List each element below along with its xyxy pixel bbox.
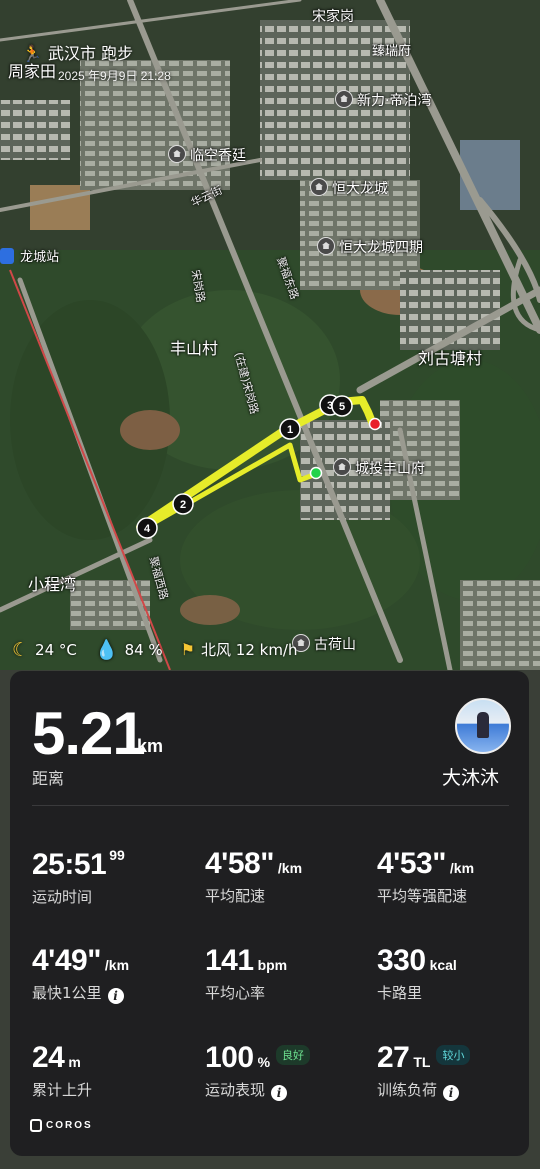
performance-badge: 良好 (276, 1045, 311, 1065)
svg-text:5: 5 (339, 401, 345, 413)
info-icon[interactable]: i (443, 1085, 460, 1101)
poi-linkong[interactable]: 临空香廷 (168, 145, 246, 165)
stat-training-load: 27 TL 较小 训练负荷 i (377, 1041, 471, 1101)
runner-figure (477, 712, 489, 738)
metro-station[interactable]: 龙城站 (0, 246, 59, 265)
route-end-marker (368, 417, 382, 431)
stat-heart-rate: 141 bpm 平均心率 (205, 944, 288, 1002)
km-marker-5: 5 (331, 395, 353, 417)
village-xiaochengwan: 小程湾 (28, 575, 77, 594)
distance-value: 5.21 (32, 700, 146, 767)
metro-icon (0, 248, 14, 264)
building-icon (310, 178, 328, 196)
divider (32, 805, 509, 806)
humidity: 84 % (124, 640, 163, 659)
stat-fastest-km: 4'49"/km 最快1公里 i (32, 944, 130, 1004)
activity-datetime: 2025 年9月9日 21:28 (58, 69, 171, 83)
info-icon[interactable]: i (271, 1085, 288, 1101)
stat-performance: 100% 良好 运动表现 i (205, 1041, 311, 1101)
distance-unit: km (137, 736, 164, 756)
poi-songjiagang[interactable]: 宋家岗 (312, 6, 354, 26)
temperature: 24 °C (35, 640, 77, 659)
svg-text:2: 2 (180, 499, 186, 511)
training-load-badge: 较小 (436, 1045, 471, 1065)
stat-avg-pace: 4'58"/km 平均配速 (205, 847, 303, 905)
activity-stats-card: 5.21 km 距离 大沐沐 25:51 99 运动时间 4'58"/km 平均配… (10, 671, 529, 1156)
km-marker-4: 4 (136, 517, 158, 539)
building-icon (333, 458, 351, 476)
svg-text:4: 4 (144, 523, 151, 535)
stat-grade-pace: 4'53"/km 平均等强配速 (377, 847, 475, 905)
building-icon (317, 237, 335, 255)
svg-text:1: 1 (287, 424, 293, 436)
building-icon (335, 90, 353, 108)
humidity-icon: 💧 (94, 639, 119, 661)
coros-logo: COROS (30, 1119, 93, 1132)
poi-zhenruifu[interactable]: 臻瑞府 (372, 40, 411, 59)
weather-bar: ☾ 24 °C 💧 84 % ⚑ 北风 12 km/h (12, 638, 298, 662)
wind: 北风 12 km/h (201, 641, 298, 659)
poi-xinli[interactable]: 新力·帝泊湾 (335, 90, 431, 110)
poi-hengdalongcheng-4[interactable]: 恒大龙城四期 (317, 237, 423, 257)
wind-icon: ⚑ (180, 640, 196, 659)
village-fengshan: 丰山村 (170, 339, 219, 358)
activity-title: 🏃 武汉市 跑步 (22, 44, 134, 63)
building-icon (168, 145, 186, 163)
moon-icon: ☾ (12, 638, 30, 661)
avatar[interactable] (455, 698, 511, 754)
stat-time: 25:51 99 运动时间 (32, 847, 125, 906)
route-start-marker (309, 466, 323, 480)
stat-ascent: 24 m 累计上升 (32, 1041, 93, 1099)
username[interactable]: 大沐沐 (442, 763, 499, 790)
poi-hengdalongcheng[interactable]: 恒大龙城 (310, 178, 388, 198)
stat-calories: 330 kcal 卡路里 (377, 944, 457, 1002)
coros-hex-icon (30, 1119, 42, 1132)
km-marker-2: 2 (172, 493, 194, 515)
distance-label: 距离 (32, 769, 65, 788)
km-marker-1: 1 (279, 418, 301, 440)
info-icon[interactable]: i (107, 988, 124, 1004)
village-liugutang: 刘古塘村 (418, 349, 483, 368)
activity-header: 🏃 武汉市 跑步 2025 年9月9日 21:28 (22, 40, 171, 84)
poi-guheshan[interactable]: 古荷山 (292, 634, 356, 654)
poi-chengtoufengshanfu[interactable]: 城投丰山府 (333, 458, 425, 478)
running-icon: 🏃 (22, 44, 42, 63)
